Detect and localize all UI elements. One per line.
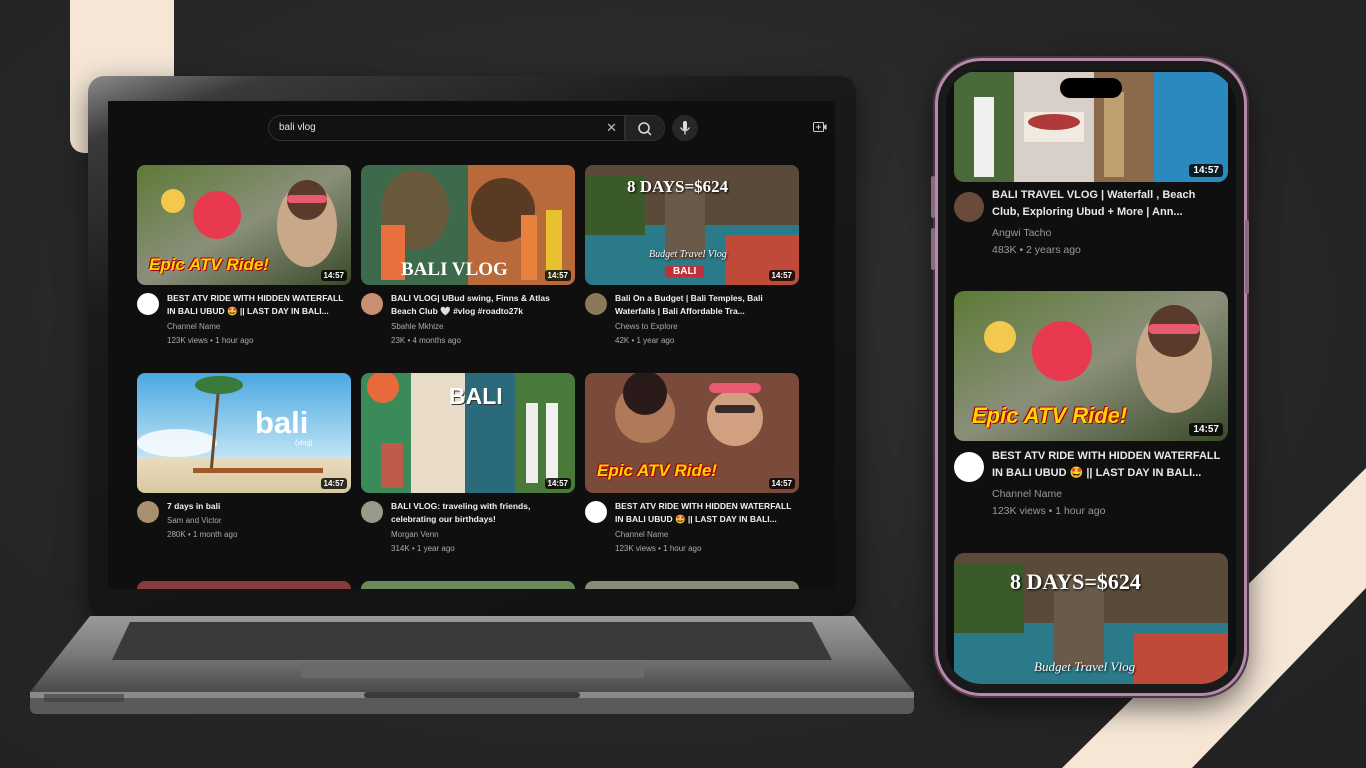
channel-avatar[interactable]	[954, 192, 984, 222]
video-card[interactable]: BALI VLOG 14:57 BALI VLOG| UBud swing, F…	[361, 165, 575, 355]
video-title[interactable]: Bali On a Budget | Bali Temples, Bali Wa…	[615, 292, 799, 318]
channel-avatar[interactable]	[137, 501, 159, 523]
youtube-header: bali vlog ✕	[108, 101, 835, 157]
video-stats: 123K views • 1 hour ago	[167, 336, 254, 345]
thumbnail-text: 8 DAYS=$624	[1010, 569, 1141, 594]
channel-avatar[interactable]	[585, 293, 607, 315]
channel-avatar[interactable]	[137, 293, 159, 315]
phone-screen: 14:57 BALI TRAVEL VLOG | Waterfall , Bea…	[946, 70, 1236, 684]
video-stats: 314K • 1 year ago	[391, 544, 455, 553]
laptop-screen: bali vlog ✕ Epic ATV Ride! 14:57 BEST AT…	[108, 101, 835, 589]
dynamic-island	[1060, 78, 1122, 98]
video-thumbnail-partial[interactable]	[361, 581, 575, 589]
video-title[interactable]: BALI VLOG| UBud swing, Finns & Atlas Bea…	[391, 292, 575, 318]
video-title[interactable]: BALI VLOG: traveling with friends, celeb…	[391, 500, 575, 526]
channel-name[interactable]: Chews to Explore	[615, 322, 678, 331]
search-query: bali vlog	[279, 122, 316, 133]
duration-badge: 14:57	[544, 270, 571, 281]
channel-avatar[interactable]	[361, 501, 383, 523]
power-button	[1245, 220, 1249, 294]
thumbnail-text: BALI	[449, 383, 503, 409]
channel-name[interactable]: Morgan Venn	[391, 530, 439, 539]
video-stats: 42K • 1 year ago	[615, 336, 675, 345]
duration-badge: 14:57	[544, 478, 571, 489]
thumbnail-subtext: (vlog)	[295, 440, 313, 447]
duration-badge: 14:57	[1189, 164, 1223, 177]
video-title[interactable]: BEST ATV RIDE WITH HIDDEN WATERFALL IN B…	[615, 500, 799, 526]
channel-name[interactable]: Angwi Tacho	[992, 227, 1051, 239]
create-video-icon[interactable]	[813, 121, 827, 133]
video-thumbnail[interactable]: Epic ATV Ride! 14:57	[585, 373, 799, 493]
thumbnail-text: Epic ATV Ride!	[597, 461, 717, 480]
video-thumbnail[interactable]: Epic ATV Ride! 14:57	[137, 165, 351, 285]
duration-badge: 14:57	[768, 478, 795, 489]
video-title[interactable]: BEST ATV RIDE WITH HIDDEN WATERFALL IN B…	[992, 448, 1224, 482]
video-thumbnail[interactable]: 8 DAYS=$624 Budget Travel Vlog BALI 14:5…	[585, 165, 799, 285]
video-stats: 280K • 1 month ago	[167, 530, 238, 539]
thumbnail-text: 8 DAYS=$624	[627, 177, 729, 196]
video-thumbnail[interactable]: BALI VLOG 14:57	[361, 165, 575, 285]
duration-badge: 14:57	[320, 478, 347, 489]
channel-name[interactable]: Channel Name	[615, 530, 668, 539]
video-card[interactable]: bali (vlog) 14:57 7 days in bali Sam and…	[137, 373, 351, 563]
volume-button	[931, 176, 935, 218]
clear-icon[interactable]: ✕	[606, 120, 617, 136]
laptop-base	[30, 616, 914, 714]
thumbnail-badge: BALI	[665, 266, 705, 277]
duration-badge: 14:57	[320, 270, 347, 281]
thumbnail-text: BALI VLOG	[401, 259, 508, 280]
channel-name[interactable]: Channel Name	[167, 322, 220, 331]
voice-search-button[interactable]	[672, 115, 698, 141]
video-card[interactable]: Epic ATV Ride! 14:57 BEST ATV RIDE WITH …	[585, 373, 799, 563]
video-title[interactable]: BEST ATV RIDE WITH HIDDEN WATERFALL IN B…	[167, 292, 351, 318]
thumbnail-text: bali	[255, 405, 309, 440]
thumbnail-text: Epic ATV Ride!	[149, 255, 269, 274]
channel-name[interactable]: Channel Name	[992, 488, 1062, 500]
channel-name[interactable]: Sam and Victor	[167, 516, 222, 525]
microphone-icon	[680, 121, 690, 135]
video-stats: 23K • 4 months ago	[391, 336, 461, 345]
video-stats: 483K • 2 years ago	[992, 244, 1081, 256]
video-title[interactable]: BALI TRAVEL VLOG | Waterfall , Beach Clu…	[992, 187, 1224, 221]
video-stats: 123K views • 1 hour ago	[992, 505, 1106, 517]
volume-button	[931, 228, 935, 270]
thumbnail-text: Epic ATV Ride!	[972, 403, 1128, 428]
video-stats: 123K views • 1 hour ago	[615, 544, 702, 553]
video-thumbnail[interactable]: BALI 14:57	[361, 373, 575, 493]
duration-badge: 14:57	[768, 270, 795, 281]
duration-badge: 14:57	[1189, 423, 1223, 436]
search-icon	[638, 122, 652, 136]
channel-avatar[interactable]	[954, 452, 984, 482]
channel-avatar[interactable]	[585, 501, 607, 523]
thumbnail-subtext: Budget Travel Vlog	[1034, 659, 1136, 674]
video-title[interactable]: 7 days in bali	[167, 500, 351, 513]
video-thumbnail[interactable]: bali (vlog) 14:57	[137, 373, 351, 493]
video-thumbnail[interactable]: Epic ATV Ride! 14:57	[954, 291, 1228, 441]
video-card[interactable]: Epic ATV Ride! 14:57 BEST ATV RIDE WITH …	[137, 165, 351, 355]
channel-avatar[interactable]	[361, 293, 383, 315]
video-card[interactable]: 8 DAYS=$624 Budget Travel Vlog BALI 14:5…	[585, 165, 799, 355]
search-input[interactable]: bali vlog ✕	[268, 115, 625, 141]
channel-name[interactable]: Sbahle Mkhize	[391, 322, 443, 331]
video-card[interactable]: BALI 14:57 BALI VLOG: traveling with fri…	[361, 373, 575, 563]
video-thumbnail-partial[interactable]	[137, 581, 351, 589]
thumbnail-subtext: Budget Travel Vlog	[649, 249, 727, 260]
search-button[interactable]	[625, 115, 665, 141]
video-thumbnail[interactable]: 8 DAYS=$624 Budget Travel Vlog	[954, 553, 1228, 684]
video-thumbnail-partial[interactable]	[585, 581, 799, 589]
